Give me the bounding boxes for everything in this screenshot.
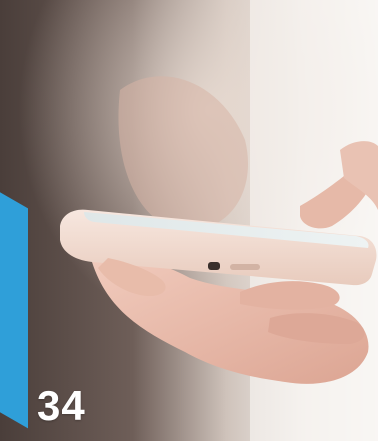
page-number: 34 [37, 382, 86, 429]
accent-shape [0, 168, 28, 429]
hand-holding-smartphone-photo [0, 0, 378, 441]
slide: 34 [0, 0, 378, 441]
